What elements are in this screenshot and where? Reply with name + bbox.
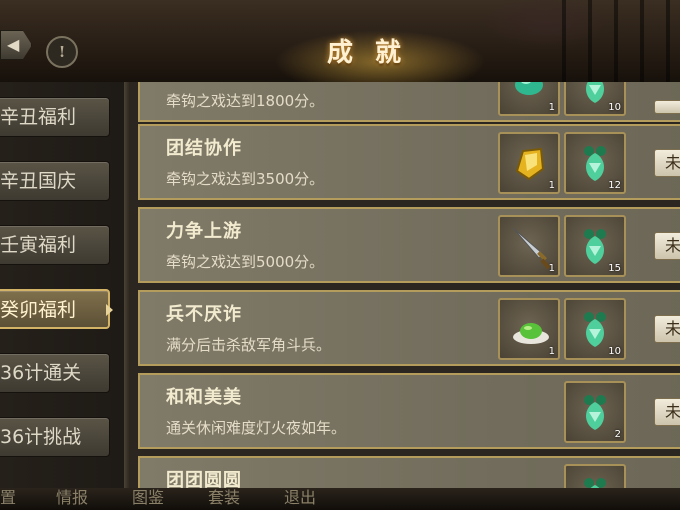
bottom-item-exit[interactable]: 退出 [284, 488, 316, 508]
reward-slot[interactable] [564, 464, 626, 488]
achievement-title: 兵不厌诈 [166, 304, 242, 325]
status-button[interactable]: 未 [654, 398, 680, 426]
reward-slot[interactable]: 12 [564, 132, 626, 194]
reward-quantity: 10 [608, 102, 621, 113]
reward-slot[interactable]: 1 [498, 132, 560, 194]
reward-quantity: 1 [548, 180, 555, 191]
achievement-list[interactable]: 牵钩之戏达到1800分。 1 10 团结协作 牵钩之戏达到3500分。 1 12… [130, 82, 680, 488]
reward-quantity: 2 [614, 429, 621, 440]
achievement-desc: 牵钩之戏达到3500分。 [166, 170, 325, 188]
bottom-item-codex[interactable]: 图鉴 [132, 488, 164, 508]
sidebar-item-36-strategies-clear[interactable]: 36计通关 [0, 353, 110, 393]
achievement-row: 和和美美 通关休闲难度灯火夜如年。 2 未 [138, 373, 680, 449]
achievement-row: 力争上游 牵钩之戏达到5000分。 1 15 未 [138, 207, 680, 283]
status-button[interactable]: 未 [654, 232, 680, 260]
jade-ornament-icon [584, 146, 606, 181]
reward-quantity: 1 [548, 102, 555, 113]
bottom-item-outfits[interactable]: 套装 [208, 488, 240, 508]
jade-ornament-icon [584, 229, 606, 264]
jade-ornament-icon [584, 395, 606, 430]
reward-slot[interactable]: 1 [498, 215, 560, 277]
back-arrow-icon: ◀ [7, 35, 20, 54]
achievement-title: 团结协作 [166, 138, 242, 159]
green-bean-dish-icon [513, 323, 549, 344]
achievement-title: 团团圆圆 [166, 470, 242, 488]
green-jade-icon [515, 82, 543, 95]
reward-quantity: 1 [548, 263, 555, 274]
jade-ornament-icon [584, 478, 606, 488]
sidebar-item-renyin-welfare[interactable]: 壬寅福利 [0, 225, 110, 265]
sidebar-item-xinchou-welfare[interactable]: 辛丑福利 [0, 97, 110, 137]
reward-slot[interactable]: 1 [498, 298, 560, 360]
reward-slot[interactable]: 10 [564, 82, 626, 116]
status-button[interactable] [654, 100, 680, 114]
page-title: 成就 [326, 38, 423, 68]
achievement-row: 兵不厌诈 满分后击杀敌军角斗兵。 1 10 未 [138, 290, 680, 366]
jade-ornament-icon [584, 312, 606, 347]
sidebar-item-guimao-welfare[interactable]: 癸卯福利 [0, 289, 110, 329]
header-bar: ◀ ! 成就 [0, 0, 680, 82]
background-rafters [540, 0, 680, 82]
reward-slot[interactable]: 10 [564, 298, 626, 360]
reward-slot[interactable]: 2 [564, 381, 626, 443]
achievement-row: 牵钩之戏达到1800分。 1 10 [138, 82, 680, 122]
reward-slot[interactable]: 1 [498, 82, 560, 116]
reward-quantity: 1 [548, 346, 555, 357]
achievement-desc: 牵钩之戏达到1800分。 [166, 92, 325, 110]
achievement-title: 和和美美 [166, 387, 242, 408]
status-button[interactable]: 未 [654, 149, 680, 177]
sidebar-item-xinchou-national-day[interactable]: 辛丑国庆 [0, 161, 110, 201]
active-tab-arrow-icon [106, 304, 113, 316]
achievement-title: 力争上游 [166, 221, 242, 242]
bottom-menu-bar: 置 情报 图鉴 套装 退出 [0, 488, 680, 510]
status-button[interactable]: 未 [654, 315, 680, 343]
reward-quantity: 12 [608, 180, 621, 191]
gold-ingot-icon [515, 147, 545, 181]
bottom-item-intel[interactable]: 情报 [56, 488, 88, 508]
reward-quantity: 10 [608, 346, 621, 357]
info-icon[interactable]: ! [46, 36, 78, 68]
achievement-row: 团结协作 牵钩之戏达到3500分。 1 12 未 [138, 124, 680, 200]
back-button[interactable]: ◀ [0, 30, 32, 60]
sidebar-item-36-strategies-challenge[interactable]: 36计挑战 [0, 417, 110, 457]
reward-quantity: 15 [608, 263, 621, 274]
achievement-desc: 牵钩之戏达到5000分。 [166, 253, 325, 271]
achievement-desc: 通关休闲难度灯火夜如年。 [166, 419, 347, 437]
sword-icon [512, 227, 551, 270]
achievement-row: 团团圆圆 [138, 456, 680, 488]
achievement-desc: 满分后击杀敌军角斗兵。 [166, 336, 332, 354]
bottom-item-settings[interactable]: 置 [0, 488, 16, 508]
reward-slot[interactable]: 15 [564, 215, 626, 277]
